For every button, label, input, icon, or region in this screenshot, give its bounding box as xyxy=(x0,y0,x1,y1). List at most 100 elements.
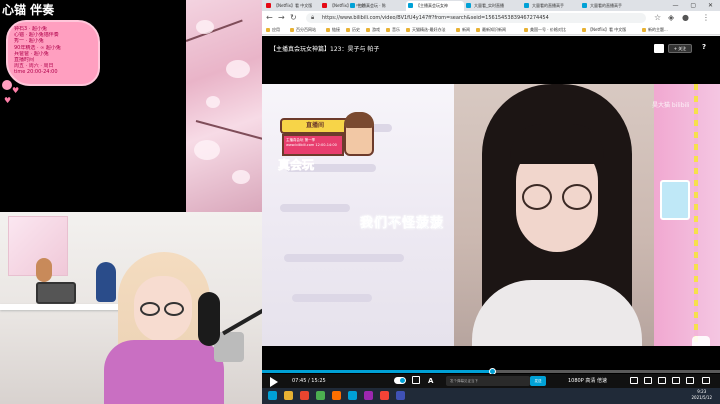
forward-icon[interactable]: → xyxy=(278,13,285,23)
bookmark-item[interactable]: 应用 xyxy=(266,25,280,35)
browser-tab[interactable]: 大量看_实时直播 xyxy=(464,1,522,11)
webfullscreen-icon[interactable] xyxy=(686,377,694,384)
logo-text: 真会玩 xyxy=(278,158,315,173)
tab-label: 大量看的直播高手 xyxy=(590,3,622,8)
avatar-hair xyxy=(344,112,374,128)
bubble-tail xyxy=(2,80,12,90)
tab-label: 【Netflix】看 中文版 xyxy=(274,3,313,8)
bookmark-item[interactable]: 历史 xyxy=(346,25,360,35)
bookmark-item[interactable]: 链接 xyxy=(326,25,340,35)
progress-bar[interactable] xyxy=(262,368,720,375)
taskbar-app-icon[interactable] xyxy=(332,391,341,400)
star-icon[interactable]: ☆ xyxy=(654,13,661,23)
tray-clock[interactable]: 9:23 2021/5/12 xyxy=(691,389,712,401)
petal-shape xyxy=(194,140,220,160)
pink-room-background xyxy=(654,84,720,346)
bookmark-item[interactable]: 游戏 xyxy=(366,25,380,35)
schedule-bubble: 钟石3 · 超小兔 心锚 · 超小兔锚伴奏 秀一 · 超小兔 90年精选 · ∞… xyxy=(6,20,100,86)
petal-shape xyxy=(196,20,214,34)
guest-camera xyxy=(454,84,654,346)
tab-bar: 【Netflix】看 中文版 【Netflix】看 中文 主播真会玩 · 陈 【… xyxy=(262,0,720,11)
lock-icon: 🔒︎ xyxy=(311,14,315,21)
overlay-title: 心锚 伴奏 xyxy=(2,3,55,17)
follow-button[interactable]: + 关注 xyxy=(668,44,692,53)
progress-fill xyxy=(262,370,493,373)
profile-icon[interactable]: ● xyxy=(682,13,689,23)
browser-tab[interactable]: 大量看的直播高手 xyxy=(522,1,580,11)
quality-selector[interactable]: 1080P 高清 xyxy=(568,378,595,384)
show-logo: 直播间 主播真会玩 第一季 www.bilibili.com 12:00-14:… xyxy=(278,112,374,178)
tab-label: 大量看_实时直播 xyxy=(474,3,504,8)
windows-taskbar: 9:23 2021/5/12 xyxy=(262,388,720,404)
danmaku-send-button[interactable]: 发送 xyxy=(530,376,546,386)
help-icon[interactable]: ? xyxy=(702,43,706,51)
blur-shape xyxy=(284,254,404,262)
video-player: 【主播真会玩女神篇】123：昊子与 帕子 + 关注 ? 昊大猫 bilibili… xyxy=(262,36,720,404)
widescreen-icon[interactable] xyxy=(672,377,680,384)
url-input[interactable]: 🔒︎ https://www.bilibili.com/video/BV1fU4… xyxy=(306,13,646,23)
video-frame[interactable]: 昊大猫 bilibili 我们不怪菠菠 直播间 主播真会玩 第一季 www.bi… xyxy=(262,84,720,346)
mic-arm xyxy=(222,308,262,336)
blur-shape xyxy=(280,204,350,212)
tab-favicon-icon xyxy=(322,3,327,8)
tab-label: 【主播真会玩女神 xyxy=(416,3,448,8)
tab-favicon-icon xyxy=(266,3,271,8)
branch-shape xyxy=(186,19,243,42)
settings-icon[interactable] xyxy=(644,377,652,384)
back-icon[interactable]: ← xyxy=(266,13,273,23)
browser-tab[interactable]: 大量看的直播高手 xyxy=(580,1,638,11)
microphone xyxy=(198,292,220,346)
picture-frame xyxy=(660,180,690,220)
player-controls: 07:45 / 15:25 A 发个弹幕见证当下 发送 1080P 高清 倍速 xyxy=(262,374,720,388)
bookmark-item[interactable]: 【Netflix】看 中文版 xyxy=(582,25,626,35)
danmaku-settings-icon[interactable] xyxy=(412,376,420,384)
danmaku-toggle[interactable] xyxy=(394,377,406,384)
taskbar-app-icon[interactable] xyxy=(300,391,309,400)
tab-label: 主播真会玩 · 陈 xyxy=(358,3,386,8)
fullscreen-icon[interactable] xyxy=(702,377,710,384)
start-icon[interactable] xyxy=(268,391,277,400)
browser-tab-active[interactable]: 【主播真会玩女神 xyxy=(406,1,464,11)
bookmark-item[interactable]: 天猫精选-最好办法 xyxy=(406,25,445,35)
bookmark-item[interactable]: 新闻 xyxy=(456,25,470,35)
time-display: 07:45 / 15:25 xyxy=(292,378,326,384)
video-watermark: 昊大猫 bilibili xyxy=(652,102,690,109)
extensions-icon[interactable]: ◈ xyxy=(668,13,674,23)
taskbar-app-icon[interactable] xyxy=(316,391,325,400)
bookmark-item[interactable]: 最新知识新闻 xyxy=(476,25,506,35)
browser-tab[interactable]: 【Netflix】看 中文版 xyxy=(264,1,320,11)
petal-shape xyxy=(226,60,250,78)
danmaku-input[interactable]: 发个弹幕见证当下 xyxy=(446,376,530,386)
reload-icon[interactable]: ↻ xyxy=(290,13,297,23)
danmaku-style-icon[interactable]: A xyxy=(428,375,433,387)
taskbar-app-icon[interactable] xyxy=(380,391,389,400)
window-controls[interactable]: — ▢ ✕ xyxy=(672,0,718,11)
chat-bubble-icon[interactable] xyxy=(692,336,710,346)
bookmark-item[interactable]: 美国一号 · 价格对比 xyxy=(524,25,566,35)
webcam-feed xyxy=(0,212,262,404)
play-icon[interactable] xyxy=(270,377,278,387)
heart-icon: ♥ xyxy=(12,86,20,95)
current-time: 07:45 xyxy=(292,378,307,384)
speed-selector[interactable]: 倍速 xyxy=(597,378,607,384)
tab-favicon-icon xyxy=(524,3,529,8)
streamer-shirt xyxy=(104,340,224,404)
branch-shape xyxy=(195,120,262,141)
taskbar-app-icon[interactable] xyxy=(396,391,405,400)
menu-icon[interactable]: ⋮ xyxy=(702,13,710,23)
tab-label: 大量看的直播高手 xyxy=(532,3,564,8)
bookmark-item[interactable]: 百分百网站 xyxy=(290,25,316,35)
taskbar-app-icon[interactable] xyxy=(284,391,293,400)
blur-shape xyxy=(292,294,372,302)
bookmark-item[interactable]: 音乐 xyxy=(386,25,400,35)
volume-icon[interactable] xyxy=(630,377,638,384)
share-icon[interactable] xyxy=(654,44,664,53)
pip-icon[interactable] xyxy=(658,377,666,384)
quality-speed: 1080P 高清 倍速 xyxy=(568,374,607,388)
taskbar-app-icon[interactable] xyxy=(364,391,373,400)
taskbar-app-icon[interactable] xyxy=(348,391,357,400)
logo-screen: 主播真会玩 第一季 www.bilibili.com 12:00-14:00 xyxy=(282,134,344,156)
browser-tab[interactable]: 主播真会玩 · 陈 xyxy=(348,1,406,11)
glasses-lens xyxy=(164,302,184,316)
bookmark-item[interactable]: 新的主题... xyxy=(642,25,668,35)
